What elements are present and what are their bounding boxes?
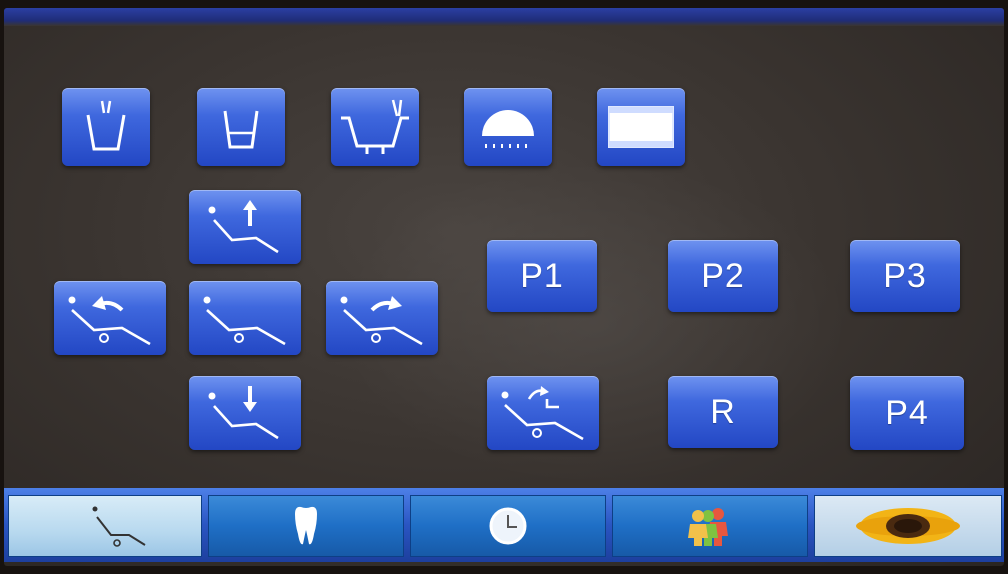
cup-water-icon [223, 110, 259, 149]
sunflower-icon [856, 508, 960, 544]
chair-down-icon [208, 386, 279, 440]
preset-p3-button[interactable]: P3 [850, 240, 960, 312]
top-bar [4, 8, 1004, 26]
backrest-down-button[interactable] [326, 281, 438, 355]
last-position-button[interactable] [487, 376, 599, 450]
backrest-up-button[interactable] [54, 281, 166, 355]
preset-p4-button[interactable]: P4 [850, 376, 964, 450]
backrest-down-icon [340, 296, 423, 346]
clock-icon [489, 507, 527, 545]
chair-home-button[interactable] [189, 281, 301, 355]
bowl-rinse-button[interactable] [331, 88, 419, 166]
preset-p1-button[interactable]: P1 [487, 240, 597, 312]
operating-light-icon [482, 110, 534, 148]
tab-tooth[interactable] [208, 495, 404, 557]
touch-screen: P1 P2 P3 R P4 [4, 8, 1004, 566]
chair-up-button[interactable] [189, 190, 301, 264]
tooth-icon [295, 506, 317, 545]
chair-home-icon [203, 296, 286, 346]
cup-water-button[interactable] [197, 88, 285, 166]
chair-tab-icon [92, 506, 146, 547]
tab-clock[interactable] [410, 495, 606, 557]
operating-light-button[interactable] [464, 88, 552, 166]
tab-chair[interactable] [8, 495, 202, 557]
chair-last-position-icon [501, 386, 584, 441]
film-viewer-button[interactable] [597, 88, 685, 166]
cup-fill-icon [86, 100, 126, 151]
preset-p2-button[interactable]: P2 [668, 240, 778, 312]
bowl-rinse-icon [341, 99, 409, 154]
backrest-up-icon [68, 296, 151, 346]
preset-p2-label: P2 [701, 256, 745, 295]
chair-up-icon [208, 200, 279, 254]
chair-down-button[interactable] [189, 376, 301, 450]
preset-p3-label: P3 [883, 256, 927, 295]
preset-p1-label: P1 [520, 256, 564, 295]
tab-sunflower[interactable] [814, 495, 1002, 557]
users-icon [688, 508, 728, 546]
tab-users[interactable] [612, 495, 808, 557]
preset-p4-label: P4 [885, 393, 929, 432]
film-viewer-icon [608, 106, 674, 148]
cup-fill-button[interactable] [62, 88, 150, 166]
reset-label: R [710, 392, 736, 431]
reset-button[interactable]: R [668, 376, 778, 448]
bottom-nav-bar [4, 488, 1004, 562]
